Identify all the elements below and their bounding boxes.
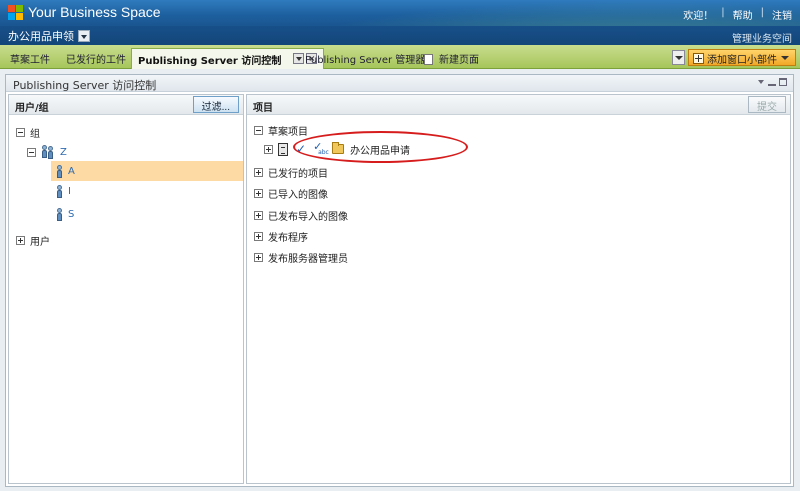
top-links: 欢迎！ | 帮助 | 注销 xyxy=(683,7,792,22)
tree-node-imported-images[interactable]: 已导入的图像 xyxy=(254,183,328,203)
tree-node-draft-items[interactable]: 草案项目 xyxy=(254,120,308,140)
items-header: 项目 提交 xyxy=(247,95,790,115)
welcome-link[interactable]: 欢迎！ xyxy=(683,7,713,22)
tree-node-label: 已发行的项目 xyxy=(268,168,328,180)
tree-node-published-items[interactable]: 已发行的项目 xyxy=(254,162,328,182)
tree-node-label: Z xyxy=(60,146,67,158)
tab-published-artifacts[interactable]: 已发行的工件 xyxy=(66,49,126,67)
tree-node-label: 用户 xyxy=(30,236,50,248)
expand-toggle-icon[interactable] xyxy=(254,231,263,241)
tab-new-page[interactable]: 新建页面 xyxy=(424,49,479,67)
tree-node-label: 发布程序 xyxy=(268,232,308,244)
collapse-toggle-icon[interactable] xyxy=(254,125,263,135)
new-page-icon xyxy=(424,54,433,65)
items-heading: 项目 xyxy=(253,103,273,114)
expand-toggle-icon[interactable] xyxy=(254,188,263,198)
users-groups-heading: 用户/组 xyxy=(15,103,49,114)
pages-dropdown-button[interactable] xyxy=(672,50,685,65)
collapse-toggle-icon[interactable] xyxy=(16,127,25,137)
tree-node-label: I xyxy=(68,185,71,197)
folder-icon xyxy=(332,142,345,154)
tab-new-page-label: 新建页面 xyxy=(439,55,479,66)
tab-publishing-server-access-control[interactable]: Publishing Server 访问控制 × xyxy=(131,48,325,69)
expand-toggle-icon[interactable] xyxy=(254,210,263,220)
tree-node-label: 已发布导入的图像 xyxy=(268,211,348,223)
tree-node-user-a[interactable]: A xyxy=(51,161,243,181)
tree-node-label: S xyxy=(68,208,75,220)
top-brand-bar: Your Business Space 欢迎！ | 帮助 | 注销 xyxy=(0,0,800,26)
chevron-down-icon xyxy=(781,56,789,60)
page-tab-bar: 草案工件 已发行的工件 Publishing Server 访问控制 × Pub… xyxy=(0,45,800,69)
tab-label: Publishing Server 访问控制 xyxy=(138,56,282,67)
tree-node-office-supplies-request[interactable]: ✓ ✓ abc 办公用品申请 xyxy=(264,139,410,159)
tree-node-label: 发布服务器管理员 xyxy=(268,253,348,265)
spellcheck-icon[interactable]: ✓ abc xyxy=(313,140,329,156)
expand-toggle-icon[interactable] xyxy=(254,252,263,262)
tree-node-user-s[interactable]: S xyxy=(56,204,74,224)
add-widget-label: 添加窗口小部件 xyxy=(707,54,777,66)
tree-node-label: 组 xyxy=(30,128,40,140)
space-bar: 办公用品申领 管理业务空间 xyxy=(0,26,800,45)
tree-node-publish-server-admins[interactable]: 发布服务器管理员 xyxy=(254,247,348,267)
windows-logo-icon xyxy=(8,5,23,20)
users-groups-header: 用户/组 过滤... xyxy=(9,95,243,115)
users-groups-pane: 用户/组 过滤... 组 Z A I S 用户 xyxy=(8,94,244,484)
tab-menu-dropdown-icon[interactable] xyxy=(293,53,305,64)
document-icon xyxy=(278,142,288,156)
tree-node-label: 已导入的图像 xyxy=(268,189,328,201)
access-control-widget: Publishing Server 访问控制 用户/组 过滤... 组 Z A xyxy=(5,74,794,487)
tree-node-label: 办公用品申请 xyxy=(350,145,411,157)
space-name[interactable]: 办公用品申领 xyxy=(8,28,74,44)
chevron-down-icon[interactable] xyxy=(78,30,90,42)
tree-node-published-imported-images[interactable]: 已发布导入的图像 xyxy=(254,205,348,225)
add-widget-icon xyxy=(693,52,704,64)
user-icon xyxy=(56,184,63,198)
widget-title: Publishing Server 访问控制 xyxy=(13,79,157,92)
checkmark-icon[interactable]: ✓ xyxy=(296,142,306,156)
group-icon xyxy=(41,145,55,159)
help-link[interactable]: 帮助 xyxy=(733,7,753,22)
space-selector[interactable]: 办公用品申领 xyxy=(8,28,90,44)
add-widget-button[interactable]: 添加窗口小部件 xyxy=(688,49,796,66)
tree-node-label: A xyxy=(68,165,75,177)
filter-button[interactable]: 过滤... xyxy=(192,96,239,113)
expand-toggle-icon[interactable] xyxy=(264,144,273,154)
widget-menu-icon[interactable] xyxy=(758,80,764,84)
tree-node-user-i[interactable]: I xyxy=(56,181,71,201)
brand: Your Business Space xyxy=(8,4,161,20)
collapse-toggle-icon[interactable] xyxy=(27,147,36,157)
minimize-icon[interactable] xyxy=(768,84,776,86)
user-icon xyxy=(56,207,63,221)
tree-node-users[interactable]: 用户 xyxy=(16,230,50,250)
expand-toggle-icon[interactable] xyxy=(254,167,263,177)
submit-button[interactable]: 提交 xyxy=(748,96,786,113)
divider: | xyxy=(760,7,764,18)
manage-space-link[interactable]: 管理业务空间 xyxy=(732,30,792,45)
tree-node-groups[interactable]: 组 xyxy=(16,122,40,142)
tree-node-group-z[interactable]: Z xyxy=(27,142,67,162)
widget-title-bar: Publishing Server 访问控制 xyxy=(6,75,793,92)
maximize-icon[interactable] xyxy=(779,78,787,86)
tab-draft-artifacts[interactable]: 草案工件 xyxy=(10,49,50,67)
expand-toggle-icon[interactable] xyxy=(16,235,25,245)
user-icon xyxy=(56,164,63,178)
logout-link[interactable]: 注销 xyxy=(772,7,792,22)
tab-publishing-server-manager[interactable]: Publishing Server 管理器 xyxy=(305,49,425,67)
divider: | xyxy=(721,7,725,18)
tree-node-label: 草案项目 xyxy=(268,126,308,138)
brand-title: Your Business Space xyxy=(28,4,161,20)
items-pane: 项目 提交 草案项目 ✓ ✓ abc 办公用品申请 已发行的项目 已导入的图像 已… xyxy=(246,94,791,484)
tree-node-publish-programs[interactable]: 发布程序 xyxy=(254,226,308,246)
